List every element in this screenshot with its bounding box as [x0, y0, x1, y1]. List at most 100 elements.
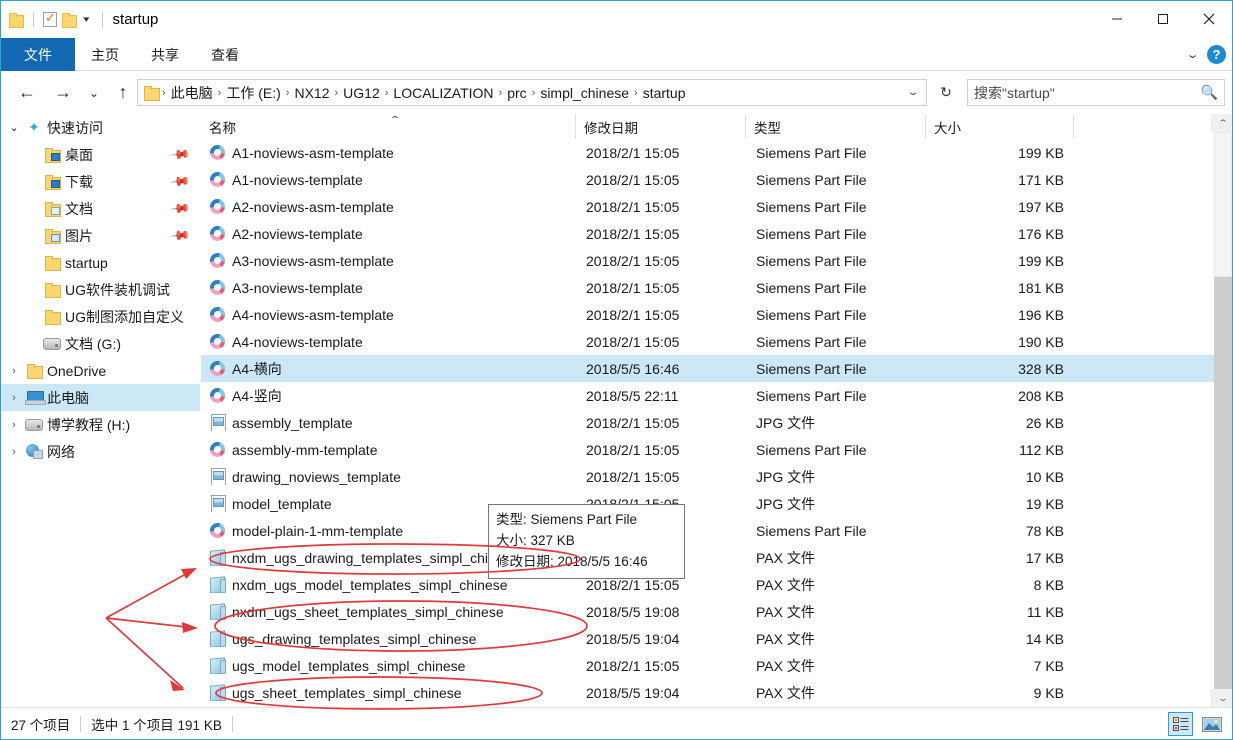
table-row[interactable]: A3-noviews-asm-template 2018/2/1 15:05 Sie…: [201, 247, 1214, 274]
table-row[interactable]: nxdm_ugs_sheet_templates_simpl_chinese 20…: [201, 598, 1214, 625]
file-name-cell[interactable]: ugs_sheet_templates_simpl_chinese: [201, 684, 576, 701]
scrollbar-thumb[interactable]: [1214, 132, 1232, 277]
chevron-down-icon[interactable]: ⌄: [5, 121, 23, 134]
table-row[interactable]: A2-noviews-template 2018/2/1 15:05 Siemens…: [201, 220, 1214, 247]
tab-share[interactable]: 共享: [135, 38, 195, 71]
expand-ribbon-icon[interactable]: ⌄: [1185, 48, 1199, 61]
new-folder-icon[interactable]: [62, 13, 77, 28]
breadcrumb[interactable]: › 此电脑 › 工作 (E:) › NX12 › UG12 › LOCALIZA…: [137, 79, 927, 106]
chevron-right-icon[interactable]: ›: [5, 446, 23, 458]
chevron-down-icon[interactable]: ▾: [80, 15, 92, 24]
sidebar-item-12[interactable]: › 网络: [1, 438, 200, 465]
chevron-right-icon[interactable]: ›: [5, 365, 23, 377]
tab-file[interactable]: 文件: [1, 38, 75, 71]
file-name-cell[interactable]: A3-noviews-template: [201, 279, 576, 296]
breadcrumb-item-drive-e[interactable]: 工作 (E:): [222, 83, 284, 103]
table-row[interactable]: model_template2018/2/1 15:05JPG 文件19 KB: [201, 490, 1214, 517]
properties-icon[interactable]: [43, 10, 57, 27]
folder-icon[interactable]: [9, 13, 24, 28]
breadcrumb-item-prc[interactable]: prc: [503, 85, 530, 101]
chevron-right-icon[interactable]: ›: [5, 392, 23, 404]
vertical-scrollbar[interactable]: ⌃ ⌄: [1210, 114, 1232, 707]
sidebar-item-5[interactable]: startup: [1, 249, 200, 276]
pin-icon[interactable]: 📌: [169, 197, 191, 220]
table-row[interactable]: A4-横向 2018/5/5 16:46 Siemens Part File 328 …: [201, 355, 1214, 382]
sidebar-item-1[interactable]: 桌面 📌: [1, 141, 200, 168]
refresh-button[interactable]: ↻: [935, 81, 957, 103]
column-header-date[interactable]: 修改日期: [576, 114, 746, 139]
breadcrumb-item-localization[interactable]: LOCALIZATION: [389, 85, 497, 101]
table-row[interactable]: nxdm_ugs_model_templates_simpl_chinese 20…: [201, 571, 1214, 598]
help-icon[interactable]: ?: [1207, 45, 1226, 64]
forward-button[interactable]: →: [49, 79, 77, 107]
sidebar-item-4[interactable]: 图片 📌: [1, 222, 200, 249]
table-row[interactable]: A1-noviews-asm-template 2018/2/1 15:05 Sie…: [201, 139, 1214, 166]
pin-icon[interactable]: 📌: [169, 143, 191, 166]
navigation-pane[interactable]: ⌄ ✦ 快速访问 桌面 📌 下载 📌 文档 📌 图片 📌 startup UG软件装机调试 UG制图添加自…: [1, 114, 201, 707]
search-icon[interactable]: 🔍: [1201, 84, 1218, 101]
file-name-cell[interactable]: ugs_drawing_templates_simpl_chinese: [201, 630, 576, 647]
breadcrumb-item-ug12[interactable]: UG12: [339, 85, 384, 101]
file-name-cell[interactable]: A3-noviews-asm-template: [201, 252, 576, 269]
scrollbar-track[interactable]: [1214, 277, 1232, 689]
details-view-button[interactable]: [1168, 712, 1193, 736]
file-name-cell[interactable]: assembly-mm-template: [201, 441, 576, 458]
file-name-cell[interactable]: assembly_template: [201, 414, 576, 431]
chevron-right-icon[interactable]: ›: [5, 419, 23, 431]
file-name-cell[interactable]: A1-noviews-template: [201, 171, 576, 188]
sidebar-item-7[interactable]: UG制图添加自定义: [1, 303, 200, 330]
back-button[interactable]: ←: [13, 79, 41, 107]
table-row[interactable]: model-plain-1-mm-template2018/5/5 15:45S…: [201, 517, 1214, 544]
file-name-cell[interactable]: A2-noviews-asm-template: [201, 198, 576, 215]
column-header-type[interactable]: 类型: [746, 114, 926, 139]
pin-icon[interactable]: 📌: [169, 224, 191, 247]
column-header-name[interactable]: ⌃ 名称: [201, 114, 576, 139]
table-row[interactable]: assembly_template 2018/2/1 15:05 JPG 文件 26 …: [201, 409, 1214, 436]
file-list[interactable]: A1-noviews-asm-template 2018/2/1 15:05 Sie…: [201, 139, 1214, 707]
breadcrumb-item-nx12[interactable]: NX12: [290, 85, 333, 101]
chevron-down-icon[interactable]: ⌄: [907, 87, 926, 98]
sidebar-item-3[interactable]: 文档 📌: [1, 195, 200, 222]
file-name-cell[interactable]: A1-noviews-asm-template: [201, 144, 576, 161]
table-row[interactable]: A4-竖向 2018/5/5 22:11 Siemens Part File 208 …: [201, 382, 1214, 409]
large-icons-view-button[interactable]: [1199, 712, 1224, 736]
table-row[interactable]: drawing_noviews_template 2018/2/1 15:05 JP…: [201, 463, 1214, 490]
table-row[interactable]: assembly-mm-template 2018/2/1 15:05 Siemen…: [201, 436, 1214, 463]
file-name-cell[interactable]: A4-noviews-asm-template: [201, 306, 576, 323]
tab-home[interactable]: 主页: [75, 38, 135, 71]
file-name-cell[interactable]: A4-横向: [201, 359, 576, 379]
table-row[interactable]: A2-noviews-asm-template 2018/2/1 15:05 Sie…: [201, 193, 1214, 220]
pin-icon[interactable]: 📌: [169, 170, 191, 193]
column-header-size[interactable]: 大小: [926, 114, 1074, 139]
file-name-cell[interactable]: A4-竖向: [201, 386, 576, 406]
file-name-cell[interactable]: A2-noviews-template: [201, 225, 576, 242]
scroll-down-button[interactable]: ⌄: [1210, 689, 1232, 707]
recent-locations-button[interactable]: ⌄: [83, 79, 105, 107]
sidebar-item-6[interactable]: UG软件装机调试: [1, 276, 200, 303]
file-name-cell[interactable]: nxdm_ugs_sheet_templates_simpl_chinese: [201, 603, 576, 620]
sidebar-item-11[interactable]: › 博学教程 (H:): [1, 411, 200, 438]
sidebar-item-0[interactable]: ⌄ ✦ 快速访问: [1, 114, 200, 141]
sidebar-item-9[interactable]: › OneDrive: [1, 357, 200, 384]
search-input[interactable]: 搜索"startup" 🔍: [967, 79, 1225, 106]
file-name-cell[interactable]: drawing_noviews_template: [201, 468, 576, 485]
breadcrumb-item-simpl-chinese[interactable]: simpl_chinese: [536, 85, 633, 101]
maximize-button[interactable]: [1140, 1, 1186, 37]
minimize-button[interactable]: [1094, 1, 1140, 37]
table-row[interactable]: A4-noviews-template 2018/2/1 15:05 Siemens…: [201, 328, 1214, 355]
tab-view[interactable]: 查看: [195, 38, 255, 71]
sidebar-item-2[interactable]: 下载 📌: [1, 168, 200, 195]
table-row[interactable]: A3-noviews-template 2018/2/1 15:05 Siemens…: [201, 274, 1214, 301]
breadcrumb-item-startup[interactable]: startup: [639, 85, 690, 101]
table-row[interactable]: ugs_drawing_templates_simpl_chinese 2018/…: [201, 625, 1214, 652]
table-row[interactable]: ugs_model_templates_simpl_chinese 2018/2/…: [201, 652, 1214, 679]
table-row[interactable]: nxdm_ugs_drawing_templates_simpl_chine20…: [201, 544, 1214, 571]
table-row[interactable]: A4-noviews-asm-template 2018/2/1 15:05 Sie…: [201, 301, 1214, 328]
table-row[interactable]: A1-noviews-template 2018/2/1 15:05 Siemens…: [201, 166, 1214, 193]
table-row[interactable]: ugs_sheet_templates_simpl_chinese 2018/5/…: [201, 679, 1214, 706]
breadcrumb-item-this-pc[interactable]: 此电脑: [167, 83, 217, 103]
up-button[interactable]: ↑: [109, 79, 137, 107]
file-name-cell[interactable]: A4-noviews-template: [201, 333, 576, 350]
file-name-cell[interactable]: ugs_model_templates_simpl_chinese: [201, 657, 576, 674]
scroll-up-button[interactable]: ⌃: [1210, 114, 1232, 132]
